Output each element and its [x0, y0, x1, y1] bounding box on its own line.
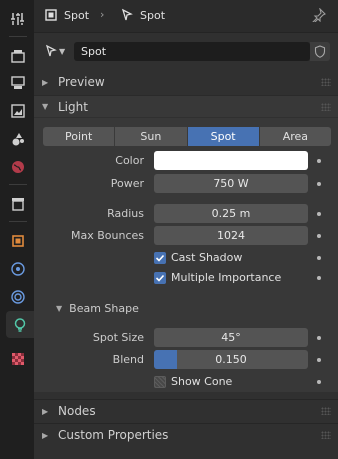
drag-handle-icon[interactable] [321, 78, 331, 86]
checkbox-unchecked-icon [154, 375, 166, 388]
properties-header: Spot › Spot [34, 0, 338, 33]
blend-label: Blend [112, 353, 144, 366]
object-tab-icon[interactable] [4, 227, 31, 254]
color-swatch[interactable] [154, 151, 308, 170]
scene-tab-icon[interactable] [4, 125, 31, 152]
pin-icon[interactable] [312, 7, 326, 25]
radius-label: Radius [107, 207, 144, 220]
beam-shape-subpanel-header[interactable]: ▼ Beam Shape [34, 298, 338, 318]
breadcrumb-separator-icon: › [100, 8, 105, 21]
keyframe-dot-icon[interactable] [317, 358, 321, 362]
drag-handle-icon[interactable] [321, 407, 331, 415]
properties-tab-bar [0, 0, 34, 459]
world-tab-icon[interactable] [4, 153, 31, 180]
nodes-section-title: Nodes [58, 404, 96, 418]
blend-value: 0.150 [215, 353, 247, 366]
color-label: Color [115, 154, 144, 167]
object-name: Spot [64, 8, 90, 22]
preview-section-header[interactable]: ▶ Preview [34, 71, 338, 93]
max-bounces-field[interactable]: 1024 [154, 226, 308, 245]
datablock-name-field[interactable]: Spot [74, 42, 310, 61]
view-layer-tab-icon[interactable] [4, 97, 31, 124]
light-datablock-selector: ▼ Spot [34, 36, 338, 66]
power-label: Power [110, 177, 144, 190]
keyframe-dot-icon[interactable] [317, 182, 321, 186]
drag-handle-icon[interactable] [321, 431, 331, 439]
keyframe-dot-icon[interactable] [317, 336, 321, 340]
keyframe-dot-icon[interactable] [317, 159, 321, 163]
light-data-name: Spot [140, 8, 166, 22]
light-type-sun[interactable]: Sun [115, 127, 188, 146]
spot-size-label: Spot Size [92, 331, 144, 344]
blend-slider[interactable]: 0.150 [154, 350, 308, 369]
collapsed-arrow-icon: ▶ [42, 406, 49, 416]
cast-shadow-label: Cast Shadow [171, 251, 243, 264]
keyframe-dot-icon[interactable] [317, 234, 321, 238]
spot-size-field[interactable]: 45° [154, 328, 308, 347]
object-icon [45, 9, 57, 21]
render-tab-icon[interactable] [4, 42, 31, 69]
properties-panel: Spot › Spot ▼ Spot ▶ Preview ▼ Light Poi… [34, 0, 338, 459]
physics-tab-icon[interactable] [4, 255, 31, 282]
spot-light-icon [45, 44, 57, 57]
light-data-tab-icon[interactable] [6, 311, 34, 338]
keyframe-dot-icon[interactable] [317, 212, 321, 216]
keyframe-dot-icon[interactable] [317, 380, 321, 384]
drag-handle-icon[interactable] [321, 103, 331, 111]
spot-light-icon [121, 8, 133, 21]
light-type-spot[interactable]: Spot [187, 127, 260, 146]
custom-properties-section-header[interactable]: ▶ Custom Properties [34, 424, 338, 446]
expanded-arrow-icon: ▼ [56, 303, 63, 313]
max-bounces-label: Max Bounces [70, 229, 144, 242]
fake-user-shield-icon[interactable] [310, 42, 330, 61]
light-type-selector: Point Sun Spot Area [43, 127, 331, 146]
nodes-section-header[interactable]: ▶ Nodes [34, 400, 338, 422]
power-field[interactable]: 750 W [154, 174, 308, 193]
beam-shape-title: Beam Shape [69, 301, 139, 315]
texture-tab-icon[interactable] [4, 345, 31, 372]
tool-tab-icon[interactable] [4, 5, 31, 32]
light-type-area[interactable]: Area [259, 127, 331, 146]
breadcrumb-light-data[interactable]: Spot [120, 8, 165, 22]
light-section-header[interactable]: ▼ Light [34, 95, 338, 117]
checkbox-checked-icon [154, 271, 166, 284]
keyframe-dot-icon[interactable] [317, 276, 321, 280]
radius-field[interactable]: 0.25 m [154, 204, 308, 223]
multiple-importance-checkbox[interactable]: Multiple Importance [154, 271, 281, 284]
multiple-importance-label: Multiple Importance [171, 271, 282, 284]
collapsed-arrow-icon: ▶ [42, 430, 49, 440]
light-section-title: Light [58, 99, 88, 114]
collection-tab-icon[interactable] [4, 190, 31, 217]
constraints-tab-icon[interactable] [4, 283, 31, 310]
collapsed-arrow-icon: ▶ [42, 77, 49, 87]
custom-properties-section-title: Custom Properties [58, 428, 169, 442]
chevron-down-icon: ▼ [59, 46, 66, 56]
show-cone-label: Show Cone [171, 375, 233, 388]
breadcrumb-object[interactable]: Spot [44, 8, 89, 22]
keyframe-dot-icon[interactable] [317, 256, 321, 260]
checkbox-checked-icon [154, 251, 166, 264]
cast-shadow-checkbox[interactable]: Cast Shadow [154, 251, 242, 264]
preview-section-title: Preview [58, 75, 105, 89]
expanded-arrow-icon: ▼ [42, 102, 49, 111]
show-cone-checkbox[interactable]: Show Cone [154, 375, 232, 388]
datablock-browse-button[interactable]: ▼ [44, 42, 72, 60]
light-type-point[interactable]: Point [43, 127, 116, 146]
output-tab-icon[interactable] [4, 69, 31, 96]
